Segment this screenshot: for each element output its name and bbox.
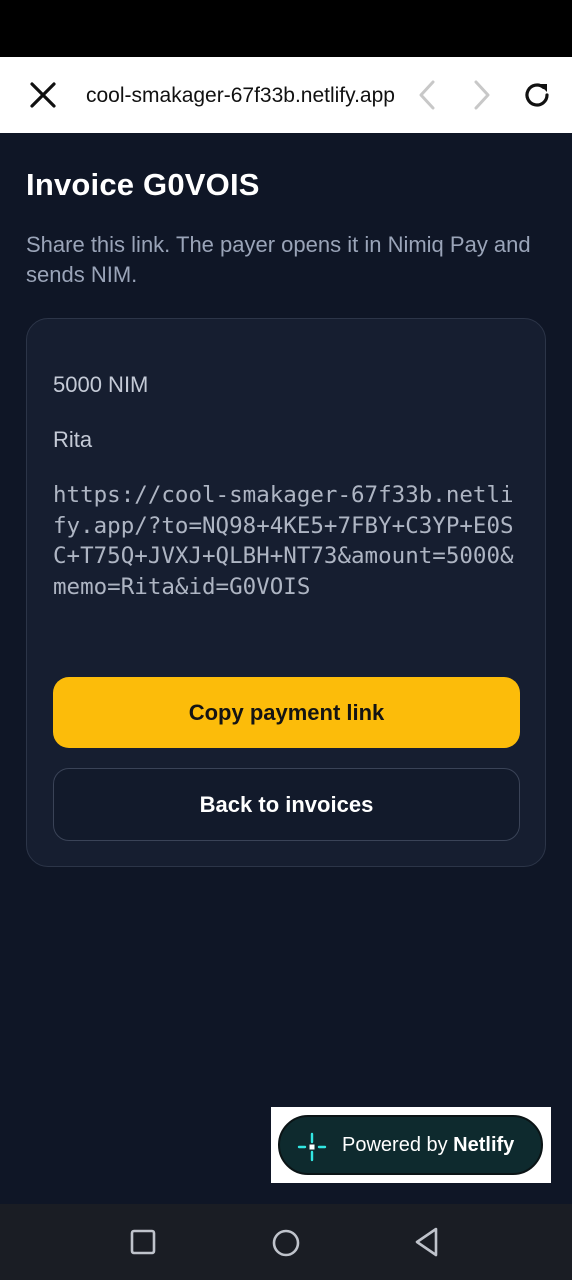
close-icon	[30, 82, 56, 108]
browser-back-button[interactable]	[410, 77, 444, 113]
badge-label: Powered by Netlify	[342, 1134, 514, 1157]
invoice-amount: 5000 NIM	[53, 372, 149, 397]
invoice-page: Invoice G0VOIS Share this link. The paye…	[0, 133, 572, 1204]
browser-forward-button[interactable]	[465, 77, 499, 113]
home-circle-icon[interactable]	[271, 1228, 301, 1258]
address-bar-url[interactable]: cool-smakager-67f33b.netlify.app	[86, 83, 418, 109]
copy-payment-link-button[interactable]: Copy payment link	[53, 677, 520, 748]
reload-button[interactable]	[518, 76, 556, 114]
netlify-badge-container: Powered by Netlify	[271, 1107, 551, 1183]
badge-brand: Netlify	[453, 1134, 515, 1156]
back-triangle-icon[interactable]	[412, 1226, 442, 1258]
close-tab-button[interactable]	[22, 74, 64, 116]
browser-toolbar: cool-smakager-67f33b.netlify.app	[0, 57, 572, 133]
chevron-left-icon	[419, 80, 435, 110]
page-subtitle: Share this link. The payer opens it in N…	[26, 232, 531, 287]
chevron-right-icon	[474, 80, 490, 110]
system-navigation-bar	[0, 1204, 572, 1280]
badge-prefix: Powered by	[342, 1134, 454, 1156]
invoice-card: 5000 NIM Rita https://cool-smakager-67f3…	[26, 318, 546, 867]
status-bar	[0, 0, 572, 57]
reload-icon	[525, 83, 549, 107]
invoice-memo: Rita	[53, 427, 93, 452]
page-title: Invoice G0VOIS	[26, 167, 260, 202]
recents-square-icon[interactable]	[130, 1229, 156, 1255]
powered-by-netlify-badge[interactable]: Powered by Netlify	[278, 1115, 543, 1175]
netlify-logo-icon	[297, 1132, 327, 1162]
back-to-invoices-button[interactable]: Back to invoices	[53, 768, 520, 841]
payment-link-text: https://cool-smakager-67f33b.netlify.app…	[53, 482, 514, 600]
